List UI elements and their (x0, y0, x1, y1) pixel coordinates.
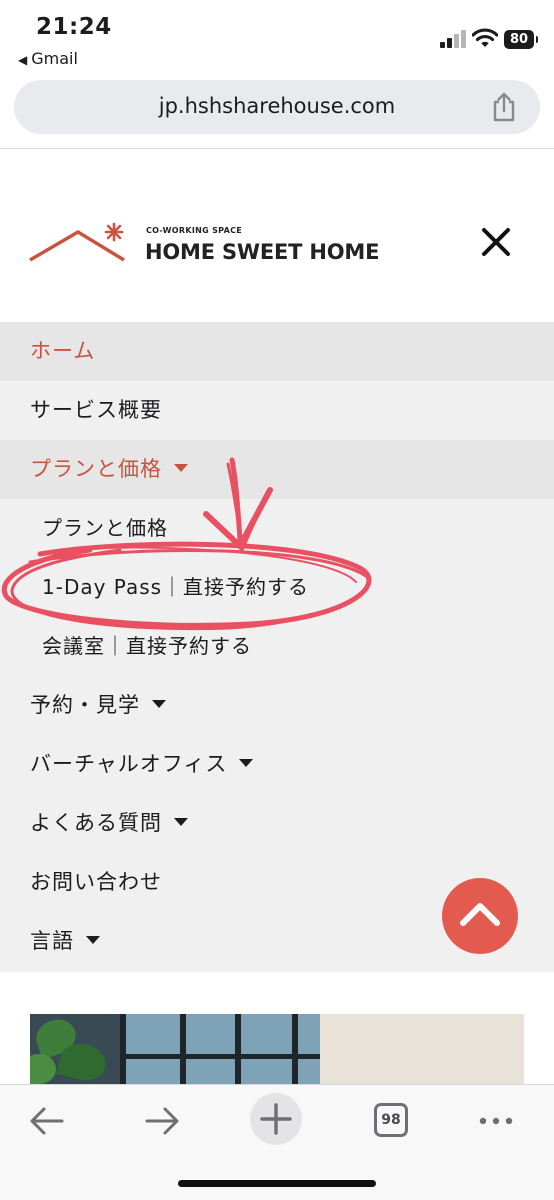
submenu-item-1-day-pass[interactable]: 1-Day Pass｜直接予約する (0, 558, 554, 617)
submenu-item-meeting-room[interactable]: 会議室｜直接予約する (0, 617, 554, 676)
caret-down-icon (152, 700, 166, 708)
caret-down-icon (239, 759, 254, 767)
scroll-to-top-button[interactable] (442, 878, 518, 954)
menu-item-label: プランと価格 (30, 457, 162, 481)
logo-title[interactable]: HOME SWEET HOME (145, 240, 379, 264)
close-icon[interactable] (480, 226, 512, 258)
wifi-icon (472, 28, 498, 47)
back-to-app-link[interactable]: ◀ Gmail (18, 49, 78, 68)
menu-item-faq[interactable]: よくある質問 (0, 794, 554, 853)
new-tab-button[interactable] (250, 1093, 302, 1145)
caret-down-icon (86, 936, 100, 944)
menu-item-label: 予約・見学 (30, 693, 140, 717)
submenu-item-plans-pricing[interactable]: プランと価格 (0, 499, 554, 558)
menu-item-label: お問い合わせ (30, 870, 162, 894)
caret-down-icon (174, 464, 188, 472)
chevron-up-icon (460, 903, 500, 926)
plus-icon (260, 1103, 292, 1135)
menu-item-label: サービス概要 (30, 398, 162, 422)
menu-item-label: 言語 (30, 929, 74, 953)
status-time: 21:24 (36, 14, 112, 40)
menu-item-plans-pricing[interactable]: プランと価格 (0, 440, 554, 499)
back-triangle-icon: ◀ (18, 53, 28, 67)
address-bar[interactable]: jp.hshsharehouse.com (14, 80, 540, 134)
submenu-item-label: 会議室｜直接予約する (42, 634, 252, 658)
more-icon[interactable] (476, 1101, 516, 1141)
header-divider (0, 148, 554, 149)
logo-subtitle: CO-WORKING SPACE (146, 226, 243, 235)
menu-item-label: バーチャルオフィス (30, 752, 228, 776)
arrow-right-icon[interactable] (142, 1101, 182, 1141)
logo-roof-icon (29, 222, 125, 262)
share-icon[interactable] (490, 92, 518, 122)
menu-item-label: ホーム (30, 339, 96, 363)
nav-menu: ホーム サービス概要 プランと価格 プランと価格 1-Day Pass｜直接予約… (0, 322, 554, 972)
home-indicator (178, 1180, 376, 1187)
menu-item-virtual-office[interactable]: バーチャルオフィス (0, 735, 554, 794)
hero-image (30, 1014, 524, 1086)
back-app-label: Gmail (31, 49, 78, 68)
signal-icon (440, 30, 466, 48)
url-text[interactable]: jp.hshsharehouse.com (14, 94, 540, 118)
status-bar: 21:24 ◀ Gmail 80 (0, 0, 554, 76)
arrow-left-icon[interactable] (27, 1101, 67, 1141)
menu-item-label: よくある質問 (30, 811, 162, 835)
battery-icon: 80 (504, 30, 538, 49)
menu-item-home[interactable]: ホーム (0, 322, 554, 381)
menu-item-service-overview[interactable]: サービス概要 (0, 381, 554, 440)
submenu-item-label: プランと価格 (42, 516, 168, 540)
caret-down-icon (174, 818, 188, 826)
submenu-item-label: 1-Day Pass｜直接予約する (42, 575, 310, 599)
tab-count-button[interactable]: 98 (374, 1103, 408, 1137)
menu-item-reservation-tour[interactable]: 予約・見学 (0, 676, 554, 735)
